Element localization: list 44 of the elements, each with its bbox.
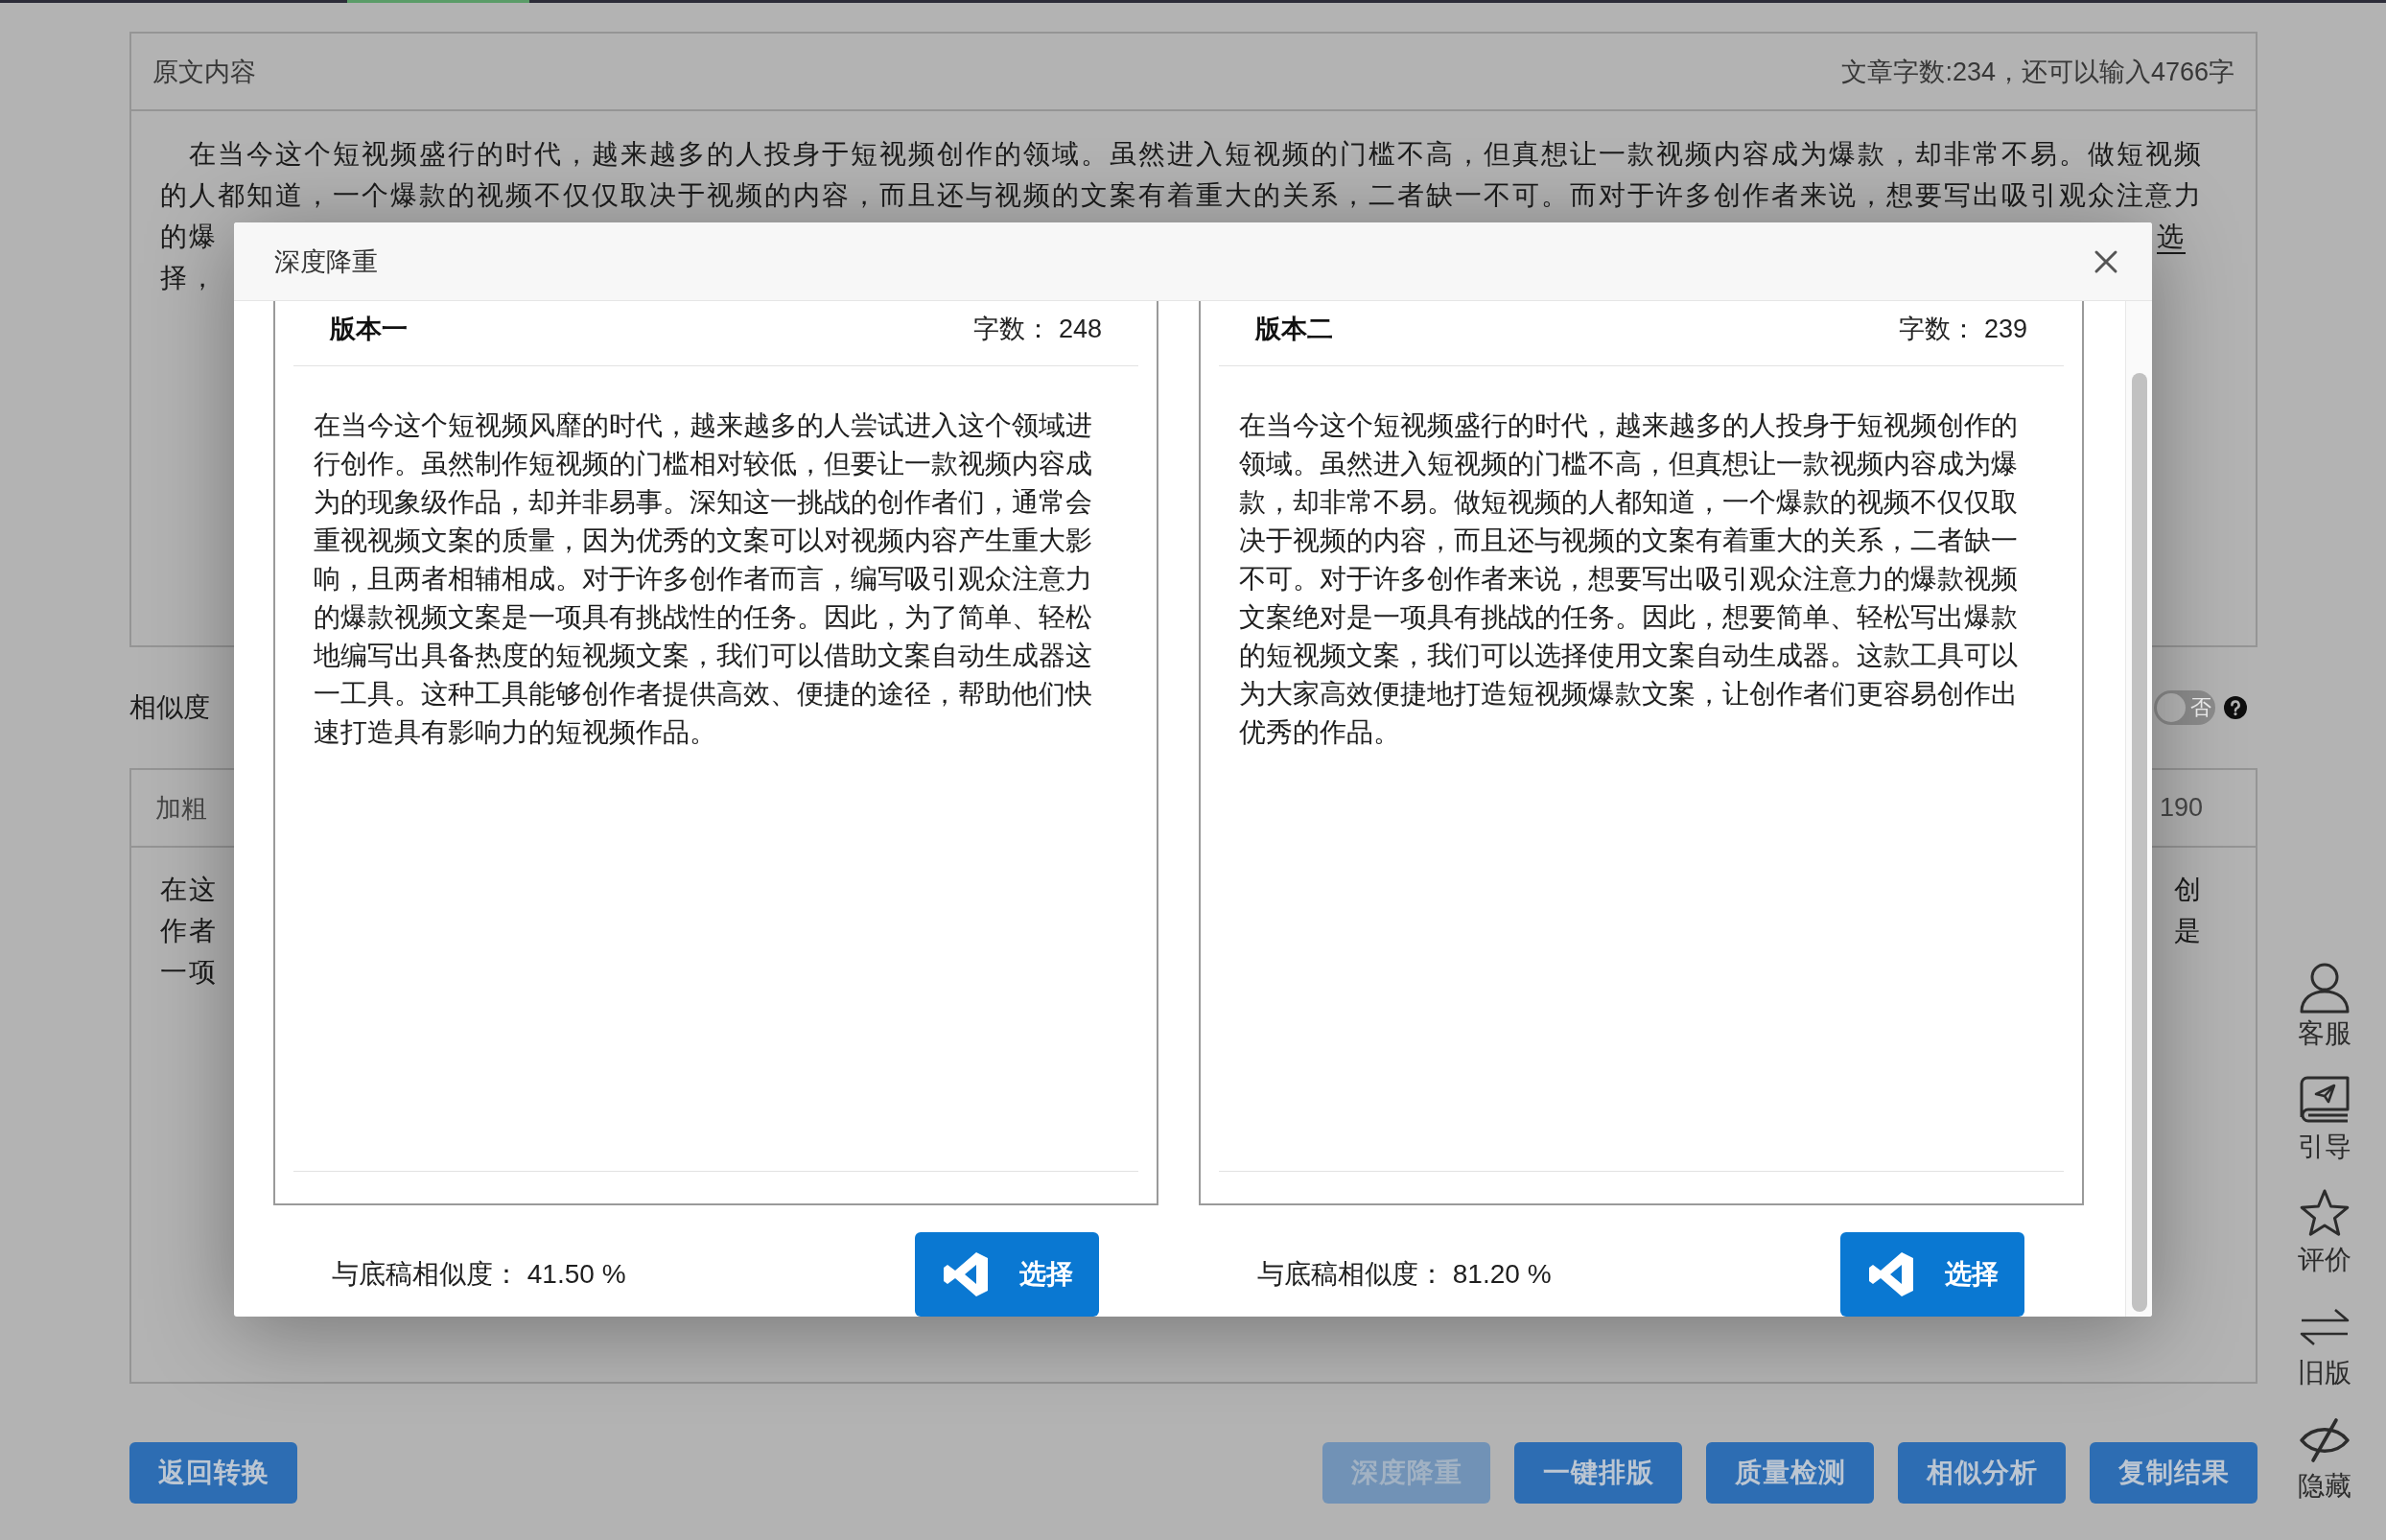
similarity-label: 相似度: [129, 691, 210, 724]
word-count-text: 字数： 248: [973, 315, 1102, 343]
article-text: 在这: [160, 874, 218, 906]
close-button[interactable]: [2094, 248, 2118, 274]
article-text: 一项: [160, 956, 218, 989]
scrollbar-thumb[interactable]: [2131, 373, 2147, 1312]
article-text: 选: [2157, 221, 2186, 253]
article-text: 择，: [160, 262, 218, 294]
action-button[interactable]: 一键排版: [1514, 1442, 1682, 1504]
article-text: 的爆: [160, 221, 218, 253]
back-button[interactable]: 返回转换: [129, 1442, 297, 1504]
action-button[interactable]: 质量检测: [1706, 1442, 1874, 1504]
close-icon: [2094, 248, 2118, 274]
article-text: 在当今这个短视频盛行的时代，越来越多的人投身于短视频创作的领域。虽然进入短视频的门槛不高，但真想让一款视频内容成为爆款，却非常不易。做短视频: [189, 138, 2203, 171]
word-count-text: 190: [2159, 793, 2203, 823]
article-text: 是: [2174, 915, 2203, 947]
sidebar-button[interactable]: 旧版: [2298, 1301, 2351, 1388]
article-text: 作者: [160, 915, 218, 947]
action-button[interactable]: 复制结果: [2090, 1442, 2257, 1504]
card-title: 原文内容: [152, 56, 256, 88]
sidebar-button[interactable]: 客服: [2298, 962, 2351, 1048]
version-title: 版本一: [330, 315, 408, 343]
action-button[interactable]: 相似分析: [1898, 1442, 2066, 1504]
word-count-text: 文章字数:234，还可以输入4766字: [1841, 56, 2234, 88]
word-count-text: 字数： 239: [1899, 315, 2027, 343]
toggle-switch[interactable]: 否: [2154, 690, 2215, 725]
select-button[interactable]: 选择: [915, 1232, 1099, 1317]
article-text: 的人都知道，一个爆款的视频不仅仅取决于视频的内容，而且还与视频的文案有着重大的关系，二者缺一不可。而对于许多创作者来说，想要写出吸引观众注意力: [160, 179, 2203, 212]
sidebar-button[interactable]: 引导: [2298, 1075, 2351, 1161]
similarity-text: 与底稿相似度： 41.50 %: [332, 1258, 626, 1291]
similarity-text: 与底稿相似度： 81.20 %: [1257, 1258, 1552, 1291]
sidebar-button[interactable]: 隐藏: [2298, 1414, 2351, 1501]
version-title: 版本二: [1255, 315, 1333, 343]
logo-icon: [1866, 1251, 1915, 1297]
select-button[interactable]: 选择: [1840, 1232, 2024, 1317]
dialog-title: 深度降重: [274, 245, 378, 278]
logo-icon: [941, 1251, 990, 1297]
help-icon[interactable]: [2224, 696, 2247, 719]
article-text: 创: [2174, 874, 2203, 906]
person-icon: [2298, 962, 2351, 1014]
version-text: 在当今这个短视频盛行的时代，越来越多的人投身于短视频创作的领域。虽然进入短视频的门槛不高，但真想让一款视频内容成为爆款，却非常不易。做短视频的人都知道，一个爆款的视频不仅仅取决于视频的内容，而且还与视频的文案有着重大的关系，二者缺一不可。对于许多创作者来说，想要写出吸引观众注意力的爆款视频文案绝对是一项具有挑战的任务。因此，想要简单、轻松写出爆款的短视频文案，我们可以选择使用文案自动生成器。这款工具可以为大家高效便捷地打造短视频爆款文案，让创作者们更容易创作出优秀的作品。: [1239, 409, 2019, 749]
card-title: 加粗: [155, 792, 207, 825]
sidebar-button[interactable]: 评价: [2298, 1188, 2351, 1274]
version-text: 在当今这个短视频风靡的时代，越来越多的人尝试进入这个领域进行创作。虽然制作短视频的门槛相对较低，但要让一款视频内容成为的现象级作品，却并非易事。深知这一挑战的创作者们，通常会重视视频文案的质量，因为优秀的文案可以对视频内容产生重大影响，且两者相辅相成。对于许多创作者而言，编写吸引观众注意力的爆款视频文案是一项具有挑战性的任务。因此，为了简单、轻松地编写出具备热度的短视频文案，我们可以借助文案自动生成器这一工具。这种工具能够创作者提供高效、便捷的途径，帮助他们快速打造具有影响力的短视频作品。: [314, 409, 1093, 749]
